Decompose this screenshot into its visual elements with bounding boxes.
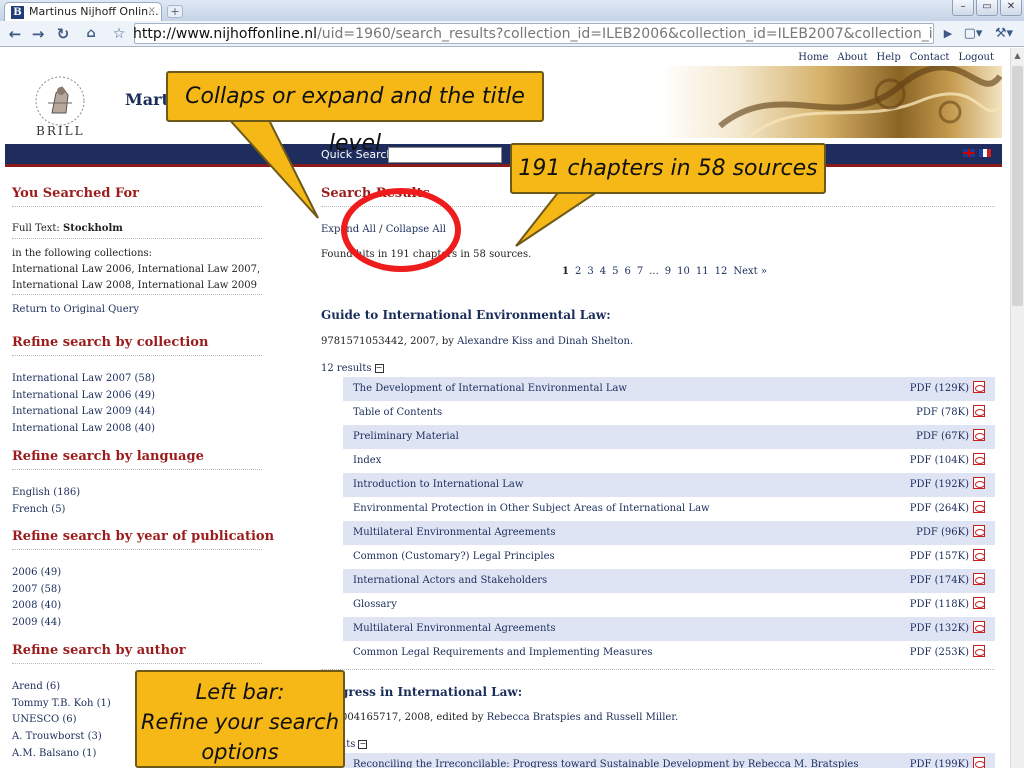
- collapse-expand-callout: Collaps or expand and the title level: [166, 71, 544, 156]
- callout-pointer: [225, 117, 319, 219]
- highlight-ring: [341, 188, 461, 272]
- callout-line: options: [201, 740, 279, 764]
- callout-line: Left bar:: [195, 680, 285, 704]
- browser-window: B Martinus Nijhoff Onlin... × + – ▭ ✕ ← …: [0, 0, 1024, 768]
- left-bar-callout: Left bar: Refine your search options: [135, 670, 345, 768]
- callout-pointer: [515, 189, 604, 247]
- callout-line: Refine your search: [140, 710, 340, 734]
- chapters-count-callout: 191 chapters in 58 sources: [510, 143, 826, 194]
